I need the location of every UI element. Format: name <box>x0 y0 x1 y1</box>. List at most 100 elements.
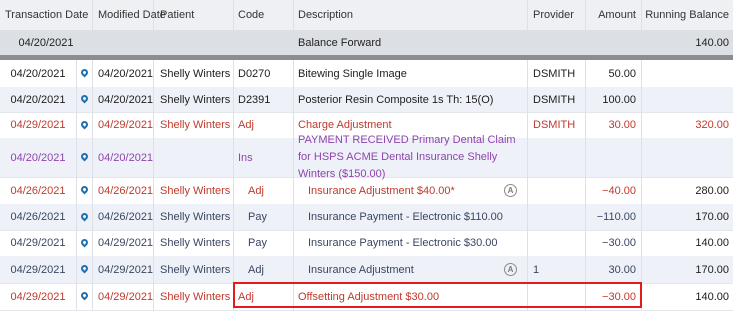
procedure-code: Pay <box>234 230 294 256</box>
description-text: Insurance Adjustment <box>308 263 414 276</box>
running-balance: 170.00 <box>695 211 729 223</box>
modified-date: 04/20/2021 <box>93 87 154 112</box>
col-amount[interactable]: Amount <box>586 0 642 30</box>
patient-name: Shelly Winters <box>154 283 234 310</box>
balance-forward-balance: 140.00 <box>695 36 729 49</box>
col-patient[interactable]: Patient <box>154 0 234 30</box>
patient-name: Shelly Winters <box>154 204 234 230</box>
col-transaction-date[interactable]: Transaction Date <box>0 0 93 30</box>
location-pin-icon[interactable] <box>77 256 93 283</box>
provider: DSMITH <box>528 60 586 87</box>
description: Posterior Resin Composite 1s Th: 15(O) <box>294 87 528 112</box>
description[interactable]: PAYMENT RECEIVED Primary Dental Claim fo… <box>294 134 528 180</box>
patient-name: Shelly Winters <box>154 87 234 112</box>
modified-date: 04/26/2021 <box>93 177 154 204</box>
procedure-code: Adj <box>234 256 294 283</box>
amount: −30.00 <box>586 283 642 310</box>
transaction-date: 04/26/2021 <box>0 177 77 204</box>
transaction-date: 04/29/2021 <box>0 112 77 138</box>
location-pin-icon[interactable] <box>77 230 93 256</box>
procedure-code: Adj <box>234 112 294 138</box>
balance-forward-row: 04/20/2021 Balance Forward 140.00 <box>0 30 733 56</box>
patient-name: Shelly Winters <box>154 60 234 87</box>
provider <box>528 138 586 177</box>
running-balance: 280.00 <box>695 184 729 197</box>
running-balance <box>642 87 733 112</box>
modified-date: 04/29/2021 <box>93 230 154 256</box>
provider <box>528 230 586 256</box>
modified-date: 04/29/2021 <box>93 112 154 138</box>
location-pin-icon[interactable] <box>77 112 93 138</box>
amount: 50.00 <box>586 60 642 87</box>
transaction-date: 04/26/2021 <box>0 204 77 230</box>
description: Insurance Payment - Electronic $110.00 <box>294 204 528 230</box>
patient-name: Shelly Winters <box>154 230 234 256</box>
attachment-a-icon[interactable]: A <box>504 262 517 276</box>
amount: −40.00 <box>586 177 642 204</box>
balance-forward-label: Balance Forward <box>294 30 528 55</box>
procedure-code: Pay <box>234 204 294 230</box>
table-row[interactable]: 04/20/2021 04/20/2021 Ins PAYMENT RECEIV… <box>0 134 733 180</box>
amount: 30.00 <box>586 256 642 283</box>
provider: DSMITH <box>528 87 586 112</box>
amount: 100.00 <box>586 87 642 112</box>
description: Insurance Payment - Electronic $30.00 <box>294 230 528 256</box>
table-header: Transaction Date Modified Date Patient C… <box>0 0 733 31</box>
location-pin-icon[interactable] <box>77 87 93 112</box>
amount: 30.00 <box>586 112 642 138</box>
amount: −110.00 <box>586 204 642 230</box>
location-pin-icon[interactable] <box>77 138 93 177</box>
description: Offsetting Adjustment $30.00 <box>294 283 528 310</box>
description-text: Insurance Adjustment $40.00* <box>308 184 455 197</box>
transaction-date: 04/20/2021 <box>0 60 77 87</box>
modified-date: 04/20/2021 <box>93 138 154 177</box>
transaction-date: 04/29/2021 <box>0 283 77 310</box>
location-pin-icon[interactable] <box>77 204 93 230</box>
location-pin-icon[interactable] <box>77 283 93 310</box>
provider: DSMITH <box>528 112 586 138</box>
provider: 1 <box>528 256 586 283</box>
table-row[interactable]: 04/26/2021 04/26/2021 Shelly Winters Adj… <box>0 177 733 205</box>
balance-forward-date: 04/20/2021 <box>0 30 93 55</box>
running-balance: 170.00 <box>695 263 729 276</box>
patient-name <box>154 138 234 177</box>
table-row[interactable]: 04/29/2021 04/29/2021 Shelly Winters Adj… <box>0 256 733 284</box>
procedure-code: Ins <box>234 138 294 177</box>
table-row[interactable]: 04/20/2021 04/20/2021 Shelly Winters D02… <box>0 60 733 88</box>
running-balance <box>642 60 733 87</box>
modified-date: 04/29/2021 <box>93 256 154 283</box>
running-balance <box>642 138 733 177</box>
attachment-a-icon[interactable]: A <box>504 183 517 197</box>
ledger-table: Transaction Date Modified Date Patient C… <box>0 0 733 311</box>
table-row[interactable]: 04/20/2021 04/20/2021 Shelly Winters D23… <box>0 87 733 113</box>
col-provider[interactable]: Provider <box>528 0 586 30</box>
patient-name: Shelly Winters <box>154 177 234 204</box>
procedure-code: Adj <box>234 283 294 310</box>
amount <box>586 138 642 177</box>
transaction-date: 04/29/2021 <box>0 256 77 283</box>
amount: −30.00 <box>586 230 642 256</box>
table-row[interactable]: 04/26/2021 04/26/2021 Shelly Winters Pay… <box>0 204 733 231</box>
provider <box>528 204 586 230</box>
procedure-code: Adj <box>234 177 294 204</box>
col-description[interactable]: Description <box>294 0 528 30</box>
procedure-code: D0270 <box>234 60 294 87</box>
location-pin-icon[interactable] <box>77 60 93 87</box>
transaction-date: 04/20/2021 <box>0 138 77 177</box>
description: Insurance Adjustment $40.00* A <box>294 177 528 204</box>
provider <box>528 283 586 310</box>
table-row[interactable]: 04/29/2021 04/29/2021 Shelly Winters Adj… <box>0 283 733 311</box>
col-modified-date[interactable]: Modified Date <box>93 0 166 30</box>
provider <box>528 177 586 204</box>
description: Bitewing Single Image <box>294 60 528 87</box>
col-code[interactable]: Code <box>234 0 294 30</box>
patient-name: Shelly Winters <box>154 256 234 283</box>
running-balance: 140.00 <box>695 290 729 303</box>
col-running-balance[interactable]: Running Balance <box>642 0 733 30</box>
procedure-code: D2391 <box>234 87 294 112</box>
modified-date: 04/20/2021 <box>93 60 154 87</box>
patient-name: Shelly Winters <box>154 112 234 138</box>
table-row[interactable]: 04/29/2021 04/29/2021 Shelly Winters Pay… <box>0 230 733 257</box>
running-balance: 140.00 <box>695 237 729 249</box>
location-pin-icon[interactable] <box>77 177 93 204</box>
